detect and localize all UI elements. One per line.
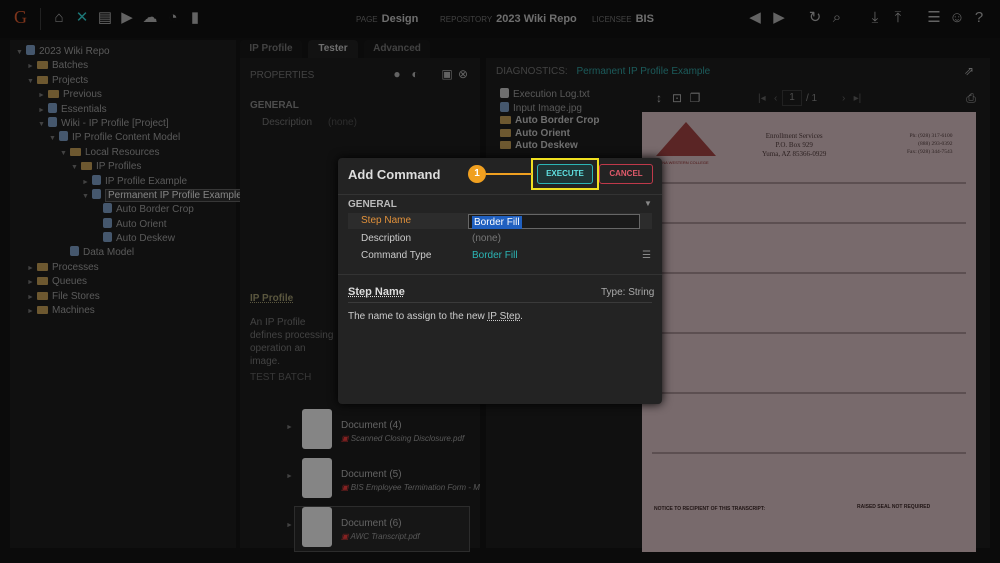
step-name-input[interactable]: Border Fill — [468, 214, 640, 229]
dialog-title: Add Command — [348, 167, 441, 182]
command-type-row: Command Type Border Fill ☰ — [348, 248, 652, 264]
help-text: The name to assign to the new IP Step. — [348, 311, 523, 322]
help-title: Step Name — [348, 286, 405, 298]
collapse-icon[interactable]: ▼ — [644, 199, 652, 208]
execute-button[interactable]: EXECUTE — [537, 164, 593, 184]
step-name-row: Step Name Border Fill — [348, 213, 652, 229]
menu-icon[interactable]: ☰ — [642, 248, 651, 264]
ip-step-link[interactable]: IP Step — [488, 311, 521, 322]
description-row: Description (none) — [348, 231, 652, 247]
description-value[interactable]: (none) — [472, 231, 501, 247]
add-command-dialog: Add Command EXECUTE CANCEL 1 GENERAL ▼ S… — [338, 158, 662, 404]
general-section: GENERAL — [348, 199, 397, 210]
help-type: Type: String — [601, 287, 655, 298]
cancel-button[interactable]: CANCEL — [599, 164, 653, 184]
step-callout: 1 — [468, 165, 486, 183]
command-type-value[interactable]: Border Fill — [472, 248, 518, 264]
callout-arrow — [486, 173, 532, 175]
